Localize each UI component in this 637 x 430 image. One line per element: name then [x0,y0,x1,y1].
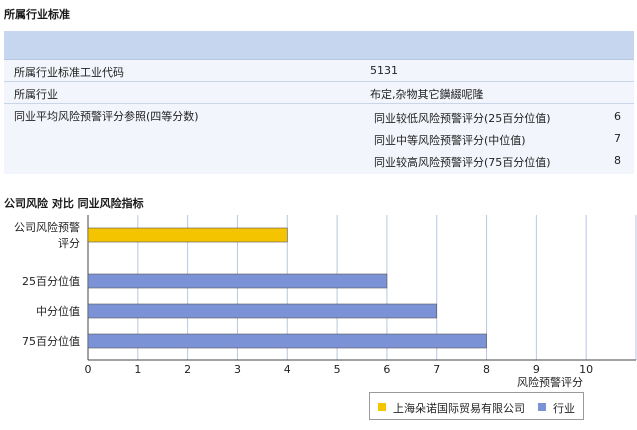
x-tick-label: 5 [334,363,341,376]
industry-standard-title: 所属行业标准 [4,8,70,21]
x-tick-label: 6 [383,363,390,376]
industry-code-label: 所属行业标准工业代码 [14,66,124,79]
x-tick-label: 7 [433,363,440,376]
benchmark-item-label: 同业较高风险预警评分(75百分位值) [374,156,551,169]
category-label: 75百分位值 [22,334,80,348]
legend-label-company: 上海朵诺国际贸易有限公司 [393,402,525,415]
bar [87,303,438,319]
chart-legend: 上海朵诺国际贸易有限公司 行业 [369,392,584,420]
category-label: 25百分位值 [22,274,80,288]
industry-value: 布定,杂物其它鐄綴呢隆 [370,88,484,101]
legend-swatch-industry [538,403,546,411]
category-label: 评分 [58,237,80,250]
comparison-chart-title: 公司风险 对比 同业风险指标 [4,197,144,210]
x-tick-label: 3 [234,363,241,376]
benchmark-label: 同业平均风险预警评分参照(四等分数) [14,110,199,123]
x-axis-title: 风险预警评分 [517,375,583,389]
bar [87,273,388,289]
legend-label-industry: 行业 [553,402,575,415]
x-tick-label: 2 [184,363,191,376]
x-tick-label: 0 [85,363,92,376]
x-tick-label: 9 [533,363,540,376]
legend-swatch-company [378,403,386,411]
table-row: 所属行业 布定,杂物其它鐄綴呢隆 [4,82,634,104]
table-row: 所属行业标准工业代码 5131 [4,60,634,82]
benchmark-item-value: 8 [614,154,621,167]
table-header [4,31,634,60]
x-tick-label: 4 [284,363,291,376]
bar [87,227,288,243]
industry-code-value: 5131 [370,64,398,77]
benchmark-item-value: 6 [614,110,621,123]
bar [87,333,487,349]
x-tick-label: 10 [579,363,593,376]
table-row: 同业平均风险预警评分参照(四等分数) 同业较低风险预警评分(25百分位值) 6 … [4,104,634,174]
benchmark-item-label: 同业较低风险预警评分(25百分位值) [374,112,551,125]
risk-comparison-chart: 公司风险预警评分 25百分位值中分位值 75百分位值 0 1 2 3 4 5 6 7 8 9 10风险预警… [14,215,637,389]
x-tick-label: 8 [483,363,490,376]
benchmark-item-value: 7 [614,132,621,145]
industry-standard-table: 所属行业标准工业代码 5131 所属行业 布定,杂物其它鐄綴呢隆 同业平均风险预… [4,31,634,174]
industry-label: 所属行业 [14,88,58,101]
category-label: 公司风险预警 [14,220,80,234]
category-label: 中分位值 [36,304,80,318]
benchmark-item-label: 同业中等风险预警评分(中位值) [374,134,526,147]
x-tick-label: 1 [134,363,141,376]
